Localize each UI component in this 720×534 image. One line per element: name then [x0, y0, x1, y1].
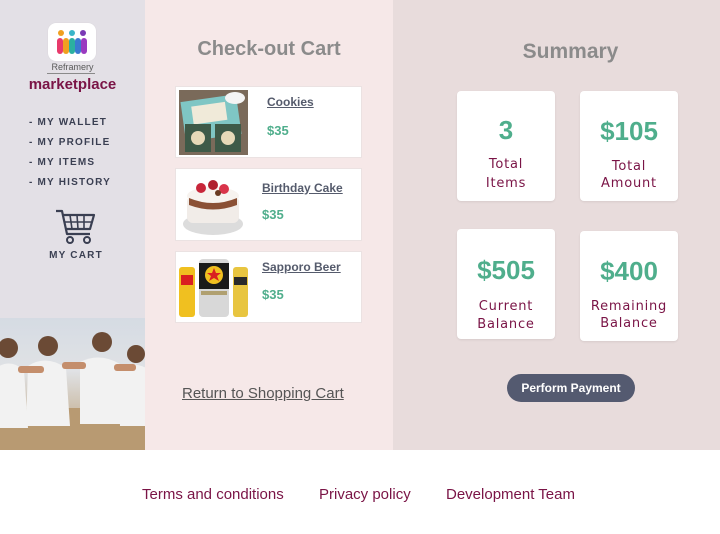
- card-label-line-2: Items: [485, 176, 527, 191]
- remaining-balance-value: $400: [600, 256, 658, 286]
- cart-item-name[interactable]: Birthday Cake: [262, 181, 343, 195]
- cart-item-price: $35: [267, 123, 289, 138]
- cart-item-sapporo-beer[interactable]: Sapporo Beer $35: [175, 251, 362, 323]
- current-balance-value: $505: [477, 255, 535, 285]
- cart-item-birthday-cake[interactable]: Birthday Cake $35: [175, 168, 362, 241]
- cart-item-price: $35: [262, 207, 284, 222]
- cart-item-cookies[interactable]: Cookies $35: [175, 86, 362, 158]
- total-items-card: 3 Total Items: [457, 91, 555, 201]
- footer-link-development-team[interactable]: Development Team: [446, 486, 575, 503]
- sidebar-item-items[interactable]: - MY ITEMS: [29, 156, 111, 176]
- summary-panel: Summary 3 Total Items $105 Total Amount …: [393, 0, 720, 450]
- card-label-line-1: Total: [611, 159, 647, 174]
- cart-item-price: $35: [262, 287, 284, 302]
- current-balance-card: $505 Current Balance: [457, 229, 555, 339]
- card-label-line-1: Remaining: [590, 299, 668, 314]
- brand-title[interactable]: marketplace: [0, 76, 145, 93]
- card-label-line-1: Total: [488, 157, 524, 172]
- sidebar-item-cart[interactable]: MY CART: [46, 208, 106, 261]
- footer: Terms and conditions Privacy policy Deve…: [0, 450, 720, 534]
- total-items-value: 3: [498, 115, 514, 145]
- cookies-image: [179, 90, 248, 155]
- cart-title: Check-out Cart: [197, 38, 341, 60]
- remaining-balance-card: $400 Remaining Balance: [580, 231, 678, 341]
- footer-link-privacy[interactable]: Privacy policy: [319, 486, 411, 503]
- card-label-line-1: Current: [478, 299, 534, 314]
- return-to-shopping-cart-link[interactable]: Return to Shopping Cart: [182, 385, 344, 402]
- card-label-line-2: Balance: [600, 316, 658, 331]
- sidebar: Reframery marketplace - MY WALLET - MY P…: [0, 0, 145, 450]
- total-amount-card: $105 Total Amount: [580, 91, 678, 201]
- total-amount-value: $105: [600, 116, 658, 146]
- sidebar-item-wallet[interactable]: - MY WALLET: [29, 116, 111, 136]
- sidebar-nav: - MY WALLET - MY PROFILE - MY ITEMS - MY…: [29, 116, 111, 196]
- summary-title: Summary: [522, 40, 619, 63]
- cart-item-name[interactable]: Cookies: [267, 95, 314, 109]
- app: Reframery marketplace - MY WALLET - MY P…: [0, 0, 720, 534]
- sidebar-cart-label: MY CART: [49, 250, 103, 261]
- card-label-line-2: Amount: [601, 176, 657, 191]
- brand-subtitle: Reframery: [51, 62, 94, 72]
- card-label-line-2: Balance: [477, 317, 535, 332]
- footer-link-terms[interactable]: Terms and conditions: [142, 486, 284, 503]
- shopping-cart-icon: [56, 209, 96, 244]
- checkout-cart-panel: Check-out Cart Cookies $35 Birthday Cake…: [145, 0, 393, 450]
- friends-photo: [0, 318, 145, 450]
- perform-payment-button[interactable]: Perform Payment: [507, 374, 635, 402]
- logo-icon: [48, 23, 96, 61]
- birthday-cake-image: [179, 172, 248, 239]
- sidebar-item-history[interactable]: - MY HISTORY: [29, 176, 111, 196]
- cart-item-name[interactable]: Sapporo Beer: [262, 260, 341, 274]
- sapporo-beer-image: [179, 257, 248, 319]
- brand-divider: [47, 73, 95, 74]
- sidebar-item-profile[interactable]: - MY PROFILE: [29, 136, 111, 156]
